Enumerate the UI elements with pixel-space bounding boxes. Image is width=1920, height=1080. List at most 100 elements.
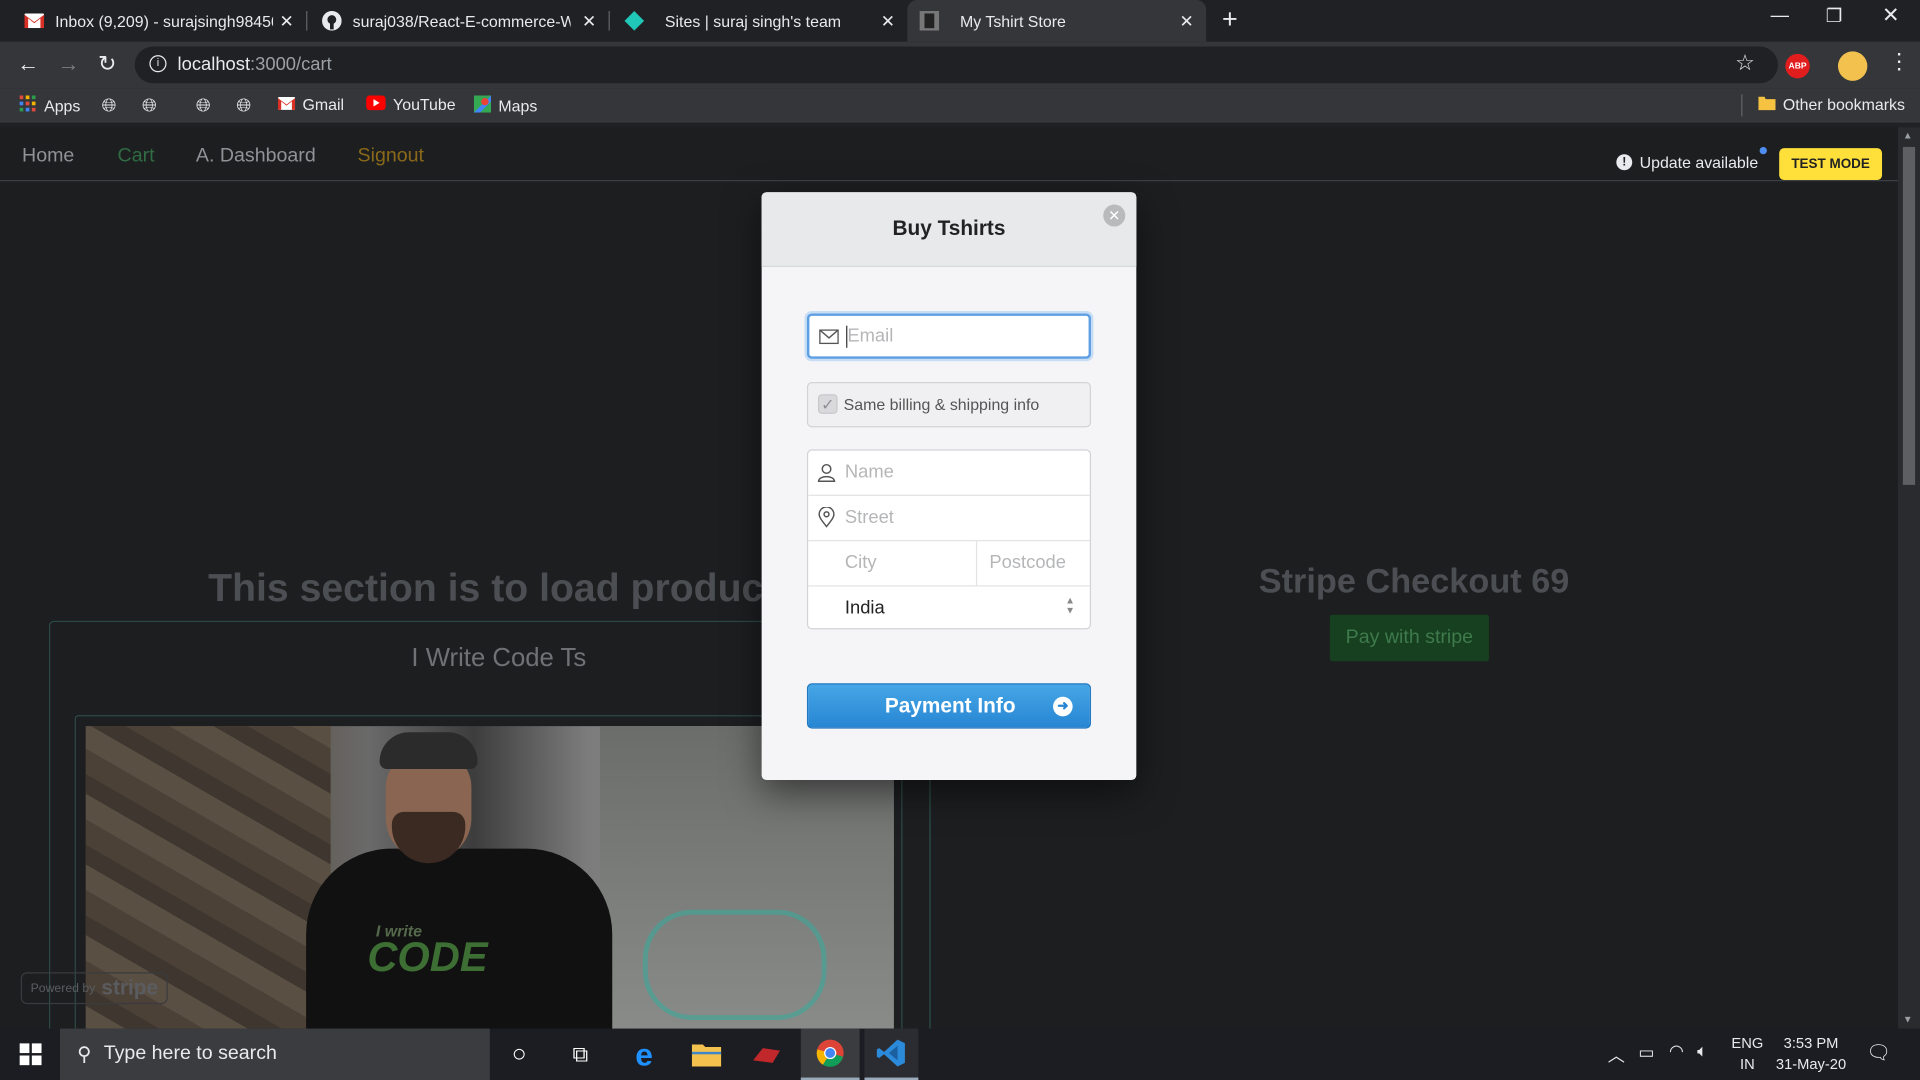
location-pin-icon — [818, 506, 835, 534]
menu-icon[interactable]: ⋮ — [1888, 49, 1910, 75]
arrow-right-icon: ➜ — [1053, 696, 1073, 717]
close-window-button[interactable]: ✕ — [1882, 4, 1899, 28]
folder-icon — [1758, 96, 1776, 114]
youtube-icon — [366, 95, 386, 114]
forward-button[interactable]: → — [58, 51, 80, 75]
globe-icon[interactable]: 🌐︎ — [236, 96, 251, 117]
close-icon[interactable]: ✕ — [881, 11, 895, 32]
globe-icon[interactable]: 🌐︎ — [142, 96, 157, 117]
battery-icon[interactable]: ▭ — [1638, 1042, 1654, 1063]
mail-icon — [819, 328, 839, 350]
email-field[interactable]: Email — [806, 313, 1092, 359]
url-text: localhost:3000/cart — [177, 53, 332, 75]
task-view-icon[interactable]: ⧉ — [566, 1029, 595, 1080]
close-icon[interactable]: ✕ — [1103, 204, 1126, 227]
modal-title: Buy Tshirts — [892, 216, 1006, 241]
tab-title: Inbox (9,209) - surajsingh98450@ — [55, 11, 274, 31]
nav-home[interactable]: Home — [22, 146, 74, 168]
cortana-icon[interactable]: ○ — [504, 1029, 533, 1080]
select-arrows-icon[interactable]: ▲ ▼ — [1065, 596, 1075, 616]
system-clock[interactable]: 3:53 PM 31-May-20 — [1772, 1033, 1850, 1075]
email-placeholder: Email — [847, 325, 894, 347]
close-icon[interactable]: ✕ — [280, 11, 294, 32]
globe-icon[interactable]: 🌐︎ — [196, 96, 211, 117]
chevron-up-icon[interactable]: ︿ — [1608, 1043, 1625, 1067]
stripe-checkout-modal: Buy Tshirts ✕ Email ✓ Same billing & shi… — [761, 192, 1137, 781]
avatar[interactable] — [1837, 51, 1868, 81]
vscode-taskbar-icon[interactable] — [864, 1028, 919, 1080]
address-group: Name Street City Postcode India ▲ ▼ — [806, 449, 1092, 630]
name-input[interactable]: Name — [845, 462, 894, 483]
tab-title: My Tshirt Store — [960, 11, 1066, 31]
bookmark-star-icon[interactable]: ☆ — [1735, 50, 1755, 76]
globe-icon[interactable]: 🌐︎ — [102, 96, 117, 117]
windows-start-icon[interactable] — [17, 1029, 44, 1080]
pay-with-stripe-button[interactable]: Pay with stripe — [1329, 614, 1489, 662]
reload-button[interactable]: ↻ — [98, 51, 116, 75]
nav-signout[interactable]: Signout — [358, 146, 424, 168]
tab-netlify[interactable]: Sites | suraj singh's team ✕ — [610, 0, 908, 42]
gmail-icon — [277, 96, 296, 114]
payment-info-button[interactable]: Payment Info ➜ — [806, 683, 1092, 729]
nav-dashboard[interactable]: A. Dashboard — [196, 146, 316, 168]
bookmark-maps[interactable]: Maps — [473, 95, 537, 117]
powered-by-stripe-badge[interactable]: Powered by stripe — [20, 972, 168, 1005]
city-input[interactable]: City — [845, 552, 877, 573]
test-mode-badge: TEST MODE — [1779, 148, 1883, 181]
products-section-title: This section is to load products — [208, 565, 799, 610]
maps-icon — [473, 95, 492, 117]
apps-grid-icon — [19, 95, 37, 117]
volume-icon[interactable]: 🔈︎ — [1697, 1041, 1707, 1062]
tab-strip: Inbox (9,209) - surajsingh98450@ ✕ suraj… — [0, 0, 1920, 42]
new-tab-button[interactable]: + — [1222, 6, 1238, 33]
adblock-extension-icon[interactable]: ABP — [1785, 53, 1810, 79]
alert-icon: ! — [1616, 154, 1633, 171]
same-billing-checkbox-row[interactable]: ✓ Same billing & shipping info — [806, 382, 1092, 428]
browser-toolbar: ← → ↻ i localhost:3000/cart ☆ ABP ⋮ — [0, 41, 1920, 89]
modal-header: Buy Tshirts ✕ — [761, 192, 1137, 267]
checkbox-check-icon[interactable]: ✓ — [817, 394, 838, 414]
stripe-checkout-title: Stripe Checkout 69 — [1258, 562, 1570, 601]
country-select[interactable]: India — [845, 598, 885, 619]
language-indicator[interactable]: ENG IN — [1727, 1033, 1769, 1075]
taskbar-search[interactable]: ⚲ Type here to search — [60, 1028, 490, 1080]
file-explorer-icon[interactable] — [689, 1029, 723, 1080]
update-available-notice[interactable]: ! Update available — [1616, 146, 1767, 171]
street-input[interactable]: Street — [845, 507, 894, 528]
search-icon: ⚲ — [77, 1044, 92, 1066]
bookmarks-bar: Apps 🌐︎ 🌐︎ 🌐︎ 🌐︎ Gmail YouTube Maps Othe… — [0, 88, 1920, 123]
user-icon — [817, 463, 837, 489]
shirt-text-bottom: CODE — [367, 934, 488, 981]
windows-taskbar: ⚲ Type here to search ○ ⧉ e ︿ ▭ ◠ 🔈︎ ENG… — [0, 1028, 1920, 1080]
bookmark-other[interactable]: Other bookmarks — [1758, 96, 1905, 114]
site-favicon — [919, 11, 940, 31]
tab-my-tshirt-store[interactable]: My Tshirt Store ✕ — [907, 0, 1207, 42]
wifi-icon[interactable]: ◠ — [1669, 1041, 1684, 1062]
netlify-icon — [624, 11, 645, 31]
gmail-icon — [24, 11, 45, 31]
nav-cart[interactable]: Cart — [118, 146, 155, 168]
close-icon[interactable]: ✕ — [582, 11, 596, 32]
address-bar[interactable]: i localhost:3000/cart ☆ — [134, 46, 1778, 84]
same-billing-label: Same billing & shipping info — [843, 395, 1040, 414]
tab-gmail[interactable]: Inbox (9,209) - surajsingh98450@ ✕ — [0, 0, 306, 42]
bookmark-gmail[interactable]: Gmail — [277, 96, 344, 114]
tab-title: Sites | suraj singh's team — [664, 11, 842, 31]
bookmark-apps[interactable]: Apps — [19, 95, 80, 117]
scrollbar-thumb[interactable] — [1902, 146, 1916, 485]
notifications-icon[interactable]: 🗨︎ — [1866, 1041, 1891, 1065]
postcode-input[interactable]: Postcode — [989, 552, 1066, 573]
info-icon[interactable]: i — [149, 55, 167, 73]
close-icon[interactable]: ✕ — [1180, 11, 1194, 32]
tab-github[interactable]: suraj038/React-E-commerce-Wel ✕ — [307, 0, 608, 42]
minimize-button[interactable]: — — [1771, 5, 1789, 26]
chrome-taskbar-icon[interactable] — [800, 1028, 860, 1080]
app-icon[interactable] — [749, 1029, 783, 1080]
page-scrollbar[interactable]: ▲ ▼ — [1897, 127, 1920, 1029]
github-icon — [322, 11, 342, 31]
back-button[interactable]: ← — [17, 51, 39, 75]
bookmark-youtube[interactable]: YouTube — [366, 95, 456, 114]
edge-icon[interactable]: e — [627, 1029, 661, 1080]
restore-button[interactable]: ❐ — [1826, 5, 1842, 27]
notification-dot — [1759, 146, 1767, 155]
